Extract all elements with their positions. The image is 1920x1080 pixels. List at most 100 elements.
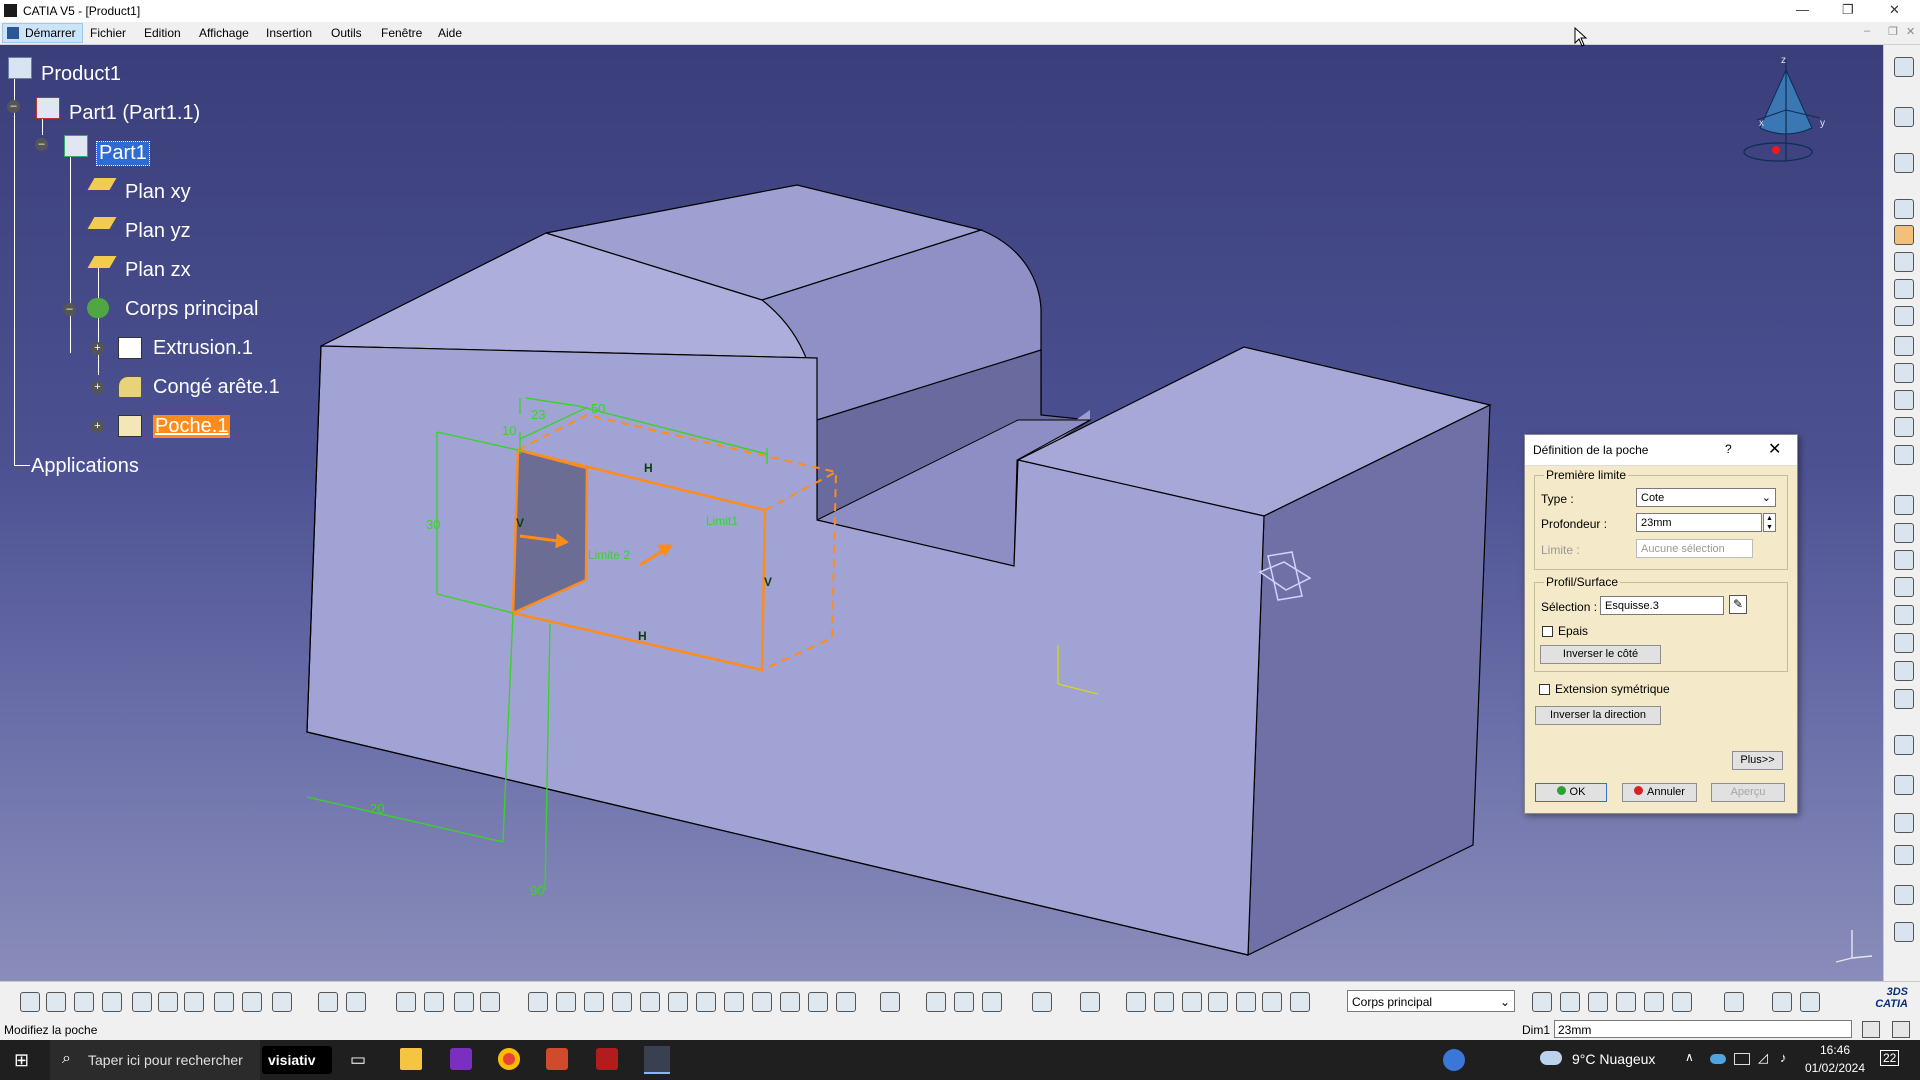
slot-icon[interactable] [1894,363,1914,383]
notification-badge[interactable]: 22 [1880,1050,1900,1066]
print-screen-icon[interactable] [1892,1021,1910,1038]
thread-icon[interactable] [1894,633,1914,653]
collapse-body-icon[interactable]: – [63,303,76,316]
add-body-icon[interactable] [1588,992,1608,1012]
product-icon[interactable] [8,57,32,79]
tree-plan-yz[interactable]: Plan yz [125,220,191,243]
remove-loft-icon[interactable] [1894,445,1914,465]
select-arrow-icon[interactable] [1894,107,1914,127]
pocket-tool-icon[interactable] [1894,225,1914,245]
body-icon[interactable] [87,298,109,318]
help-button[interactable]: ? [1725,442,1732,456]
whats-this-icon[interactable] [272,992,292,1012]
teams-icon[interactable] [546,1048,568,1070]
sketch-edit-icon[interactable]: ✎ [1729,595,1747,614]
3d-viewport[interactable]: 23 50 30 10 20 90 H H V V Limit1 Limite … [0,45,1883,981]
constraint-icon[interactable] [926,992,946,1012]
expand-fillet-icon[interactable]: + [91,381,104,394]
depth-spinner[interactable]: ▲ ▼ [1763,513,1776,532]
compass-icon[interactable] [1743,60,1821,162]
dimension-icon[interactable] [1182,992,1202,1012]
clock-time[interactable]: 16:46 [1800,1043,1870,1057]
part-design-icon[interactable] [480,992,500,1012]
tree-plan-zx[interactable]: Plan zx [125,259,191,282]
visiativ-button[interactable]: visiativ [262,1046,332,1074]
point-icon[interactable] [1208,992,1228,1012]
expand-extrusion-icon[interactable]: + [91,342,104,355]
line-icon[interactable] [1236,992,1256,1012]
help-tray-icon[interactable] [1443,1049,1465,1071]
depth-input[interactable]: 23mm [1636,513,1762,532]
fit-all-icon[interactable] [556,992,576,1012]
print-icon[interactable] [102,992,122,1012]
preview-button[interactable]: Aperçu [1711,783,1785,802]
limit2-label[interactable]: Limite 2 [588,548,630,562]
sphere-icon[interactable] [1154,992,1174,1012]
dialog-close-button[interactable]: ✕ [1768,439,1781,459]
settings-icon[interactable] [1894,57,1914,77]
volume-icon[interactable]: ♪ [1780,1050,1787,1065]
restore-button[interactable]: ❐ [1842,2,1854,18]
doc-minimize-icon[interactable]: – [1864,25,1870,37]
tree-plan-xy[interactable]: Plan xy [125,181,191,204]
dim-10-label[interactable]: 10 [502,423,516,438]
tree-conge-arete1[interactable]: Congé arête.1 [153,376,280,399]
update-icon[interactable] [880,992,900,1012]
tree-part-instance[interactable]: Part1 (Part1.1) [69,102,200,125]
file-explorer-icon[interactable] [400,1048,422,1070]
menu-outils[interactable]: Outils [331,26,362,40]
menu-edition[interactable]: Edition [144,26,181,40]
windows-start-icon[interactable]: ⊞ [14,1050,29,1071]
multi-view-icon[interactable] [724,992,744,1012]
anchor-icon[interactable] [982,992,1002,1012]
copy-icon[interactable] [158,992,178,1012]
axis-system-icon[interactable] [1080,992,1100,1012]
collapse-product-icon[interactable]: – [7,100,20,113]
intersect-icon[interactable] [1644,992,1664,1012]
solidworks-icon[interactable] [596,1048,618,1070]
taskbar-search[interactable]: ⌕ Taper ici pour rechercher [50,1040,260,1080]
collapse-part-icon[interactable]: – [35,138,48,151]
rib-icon[interactable] [1894,336,1914,356]
iso-view-icon[interactable] [752,992,772,1012]
start-menu-button[interactable]: Démarrer [2,23,83,43]
onedrive-icon[interactable] [1710,1054,1726,1064]
dim-90-label[interactable]: 90 [530,883,544,898]
tree-corps-principal[interactable]: Corps principal [125,298,258,321]
repeat-icon[interactable] [1772,992,1792,1012]
tree-applications[interactable]: Applications [31,455,139,478]
part-instance-icon[interactable] [36,97,60,119]
stiffener-icon[interactable] [1894,390,1914,410]
plane-tool-icon[interactable] [1262,992,1282,1012]
remove-face-icon[interactable] [1894,661,1914,681]
knowledge-advisor-icon[interactable] [346,992,366,1012]
hide-show-icon[interactable] [808,992,828,1012]
zoom-out-icon[interactable] [668,992,688,1012]
normal-view-icon[interactable] [696,992,716,1012]
undo-icon[interactable] [214,992,234,1012]
new-file-icon[interactable] [20,992,40,1012]
mirror-icon[interactable] [1894,775,1914,795]
work-object-icon[interactable] [1290,992,1310,1012]
catalog-icon[interactable] [424,992,444,1012]
doc-restore-icon[interactable]: ❐ [1888,25,1898,38]
chrome-icon[interactable] [498,1048,520,1070]
measure-icon[interactable] [1894,922,1914,942]
part-icon[interactable] [64,135,88,157]
task-view-icon[interactable]: ▭ [350,1050,366,1070]
sketch-analysis-icon[interactable] [1800,992,1820,1012]
type-select[interactable]: Cote ⌄ [1636,488,1776,507]
table-icon[interactable] [396,992,416,1012]
onenote-icon[interactable] [450,1048,472,1070]
hole-icon[interactable] [1894,306,1914,326]
camera-icon[interactable] [1032,992,1052,1012]
dim-30-label[interactable]: 30 [426,517,440,532]
invert-direction-button[interactable]: Inverser la direction [1535,706,1661,725]
catia-taskbar-icon[interactable] [644,1046,670,1074]
shading-icon[interactable] [780,992,800,1012]
rotate-icon[interactable] [612,992,632,1012]
expand-pocket-icon[interactable]: + [91,420,104,433]
remove-body-icon[interactable] [1616,992,1636,1012]
chamfer-icon[interactable] [1894,523,1914,543]
limit-input[interactable]: Aucune sélection [1636,539,1753,558]
